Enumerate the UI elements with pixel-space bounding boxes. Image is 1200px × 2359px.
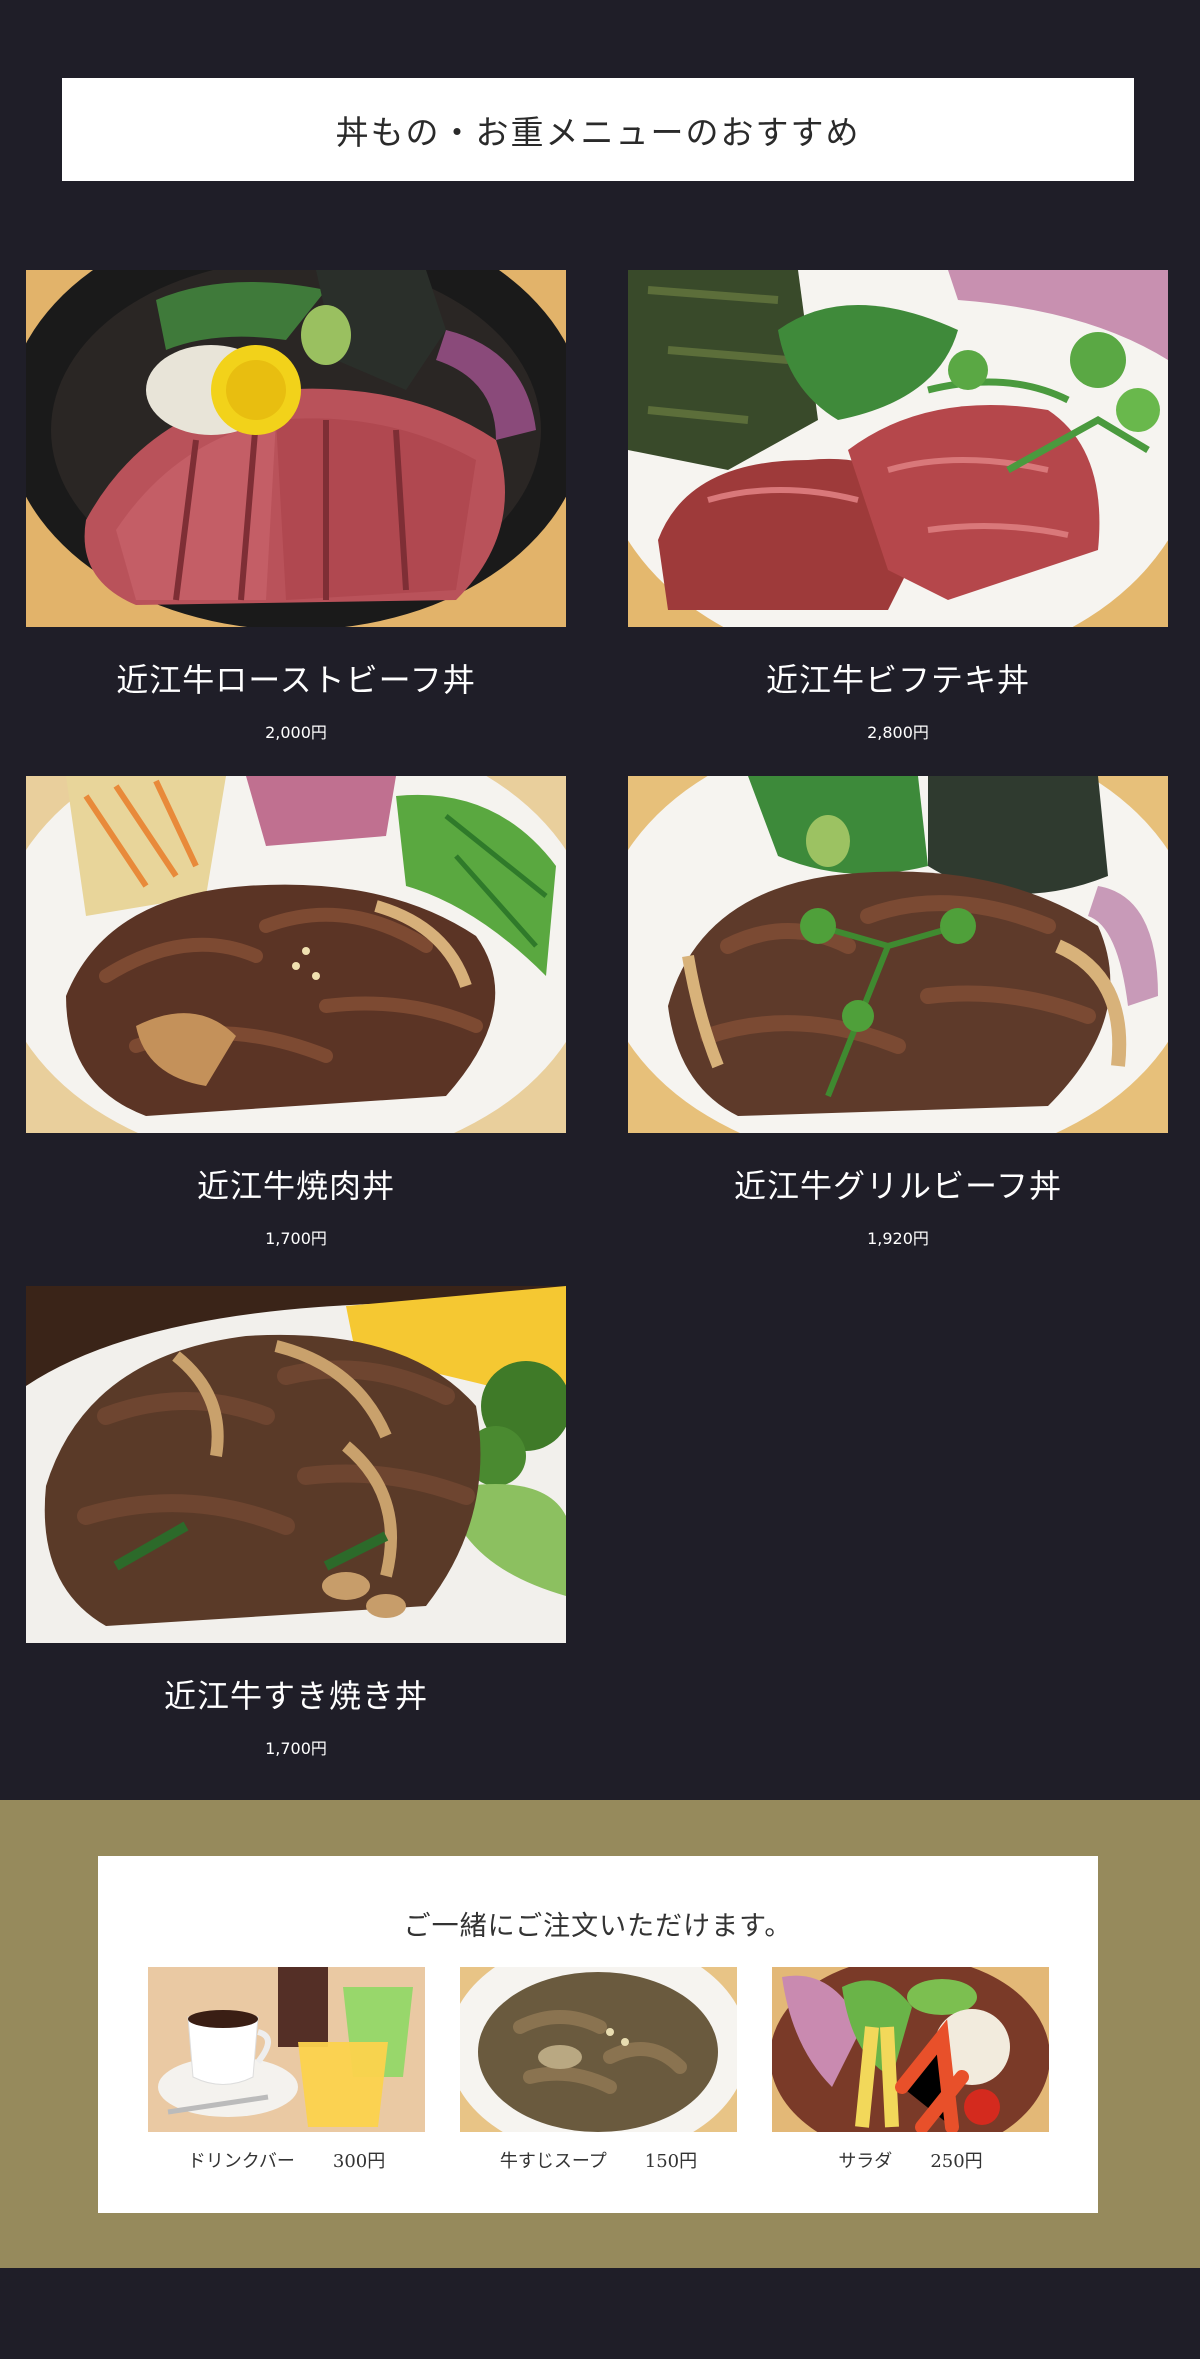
menu-item-name: 近江牛ローストビーフ丼 [116,661,476,699]
side-item-price: 150円 [644,2151,698,2172]
side-item-caption: サラダ 250円 [772,2147,1049,2173]
menu-item-name: 近江牛焼肉丼 [196,1167,395,1205]
menu-item-name: 近江牛グリルビーフ丼 [733,1167,1063,1205]
beef-steak-bowl-photo[interactable] [628,270,1168,627]
menu-item-roast-beef-bowl[interactable]: 近江牛ローストビーフ丼 2,000円 [26,270,566,743]
side-item-drink-bar[interactable]: ドリンクバー 300円 [148,1967,425,2173]
side-item-salad[interactable]: サラダ 250円 [772,1967,1049,2173]
side-item-caption: ドリンクバー 300円 [148,2147,425,2173]
section-heading-banner: 丼もの・お重メニューのおすすめ [62,78,1134,181]
grilled-beef-bowl-photo[interactable] [628,776,1168,1133]
menu-item-price: 1,920円 [867,1229,929,1248]
side-item-name: ドリンクバー [187,2151,295,2172]
menu-item-price: 2,800円 [867,723,929,742]
menu-item-sukiyaki-bowl[interactable]: 近江牛すき焼き丼 1,700円 [26,1286,566,1759]
menu-item-price: 1,700円 [265,1229,327,1248]
side-item-beef-tendon-soup[interactable]: 牛すじスープ 150円 [460,1967,737,2173]
side-item-price: 250円 [930,2151,983,2172]
roast-beef-bowl-photo[interactable] [26,270,566,627]
salad-photo[interactable] [772,1967,1049,2132]
sukiyaki-bowl-photo[interactable] [26,1286,566,1643]
side-item-name: 牛すじスープ [499,2151,607,2172]
drink-bar-photo[interactable] [148,1967,425,2132]
side-item-caption: 牛すじスープ 150円 [460,2147,737,2173]
menu-item-beef-steak-bowl[interactable]: 近江牛ビフテキ丼 2,800円 [628,270,1168,743]
menu-item-price: 2,000円 [265,723,327,742]
side-orders-section: ご一緒にご注文いただけます。 ドリンクバー 300円 牛すじスープ 150円 サ… [0,1800,1200,2268]
menu-item-grilled-beef-bowl[interactable]: 近江牛グリルビーフ丼 1,920円 [628,776,1168,1249]
side-item-name: サラダ [838,2151,893,2172]
menu-item-price: 1,700円 [265,1739,327,1758]
section-heading: 丼もの・お重メニューのおすすめ [335,112,861,152]
beef-tendon-soup-photo[interactable] [460,1967,737,2132]
yakiniku-bowl-photo[interactable] [26,776,566,1133]
side-item-price: 300円 [332,2151,386,2172]
side-orders-title: ご一緒にご注文いただけます。 [403,1911,793,1942]
side-orders-card: ご一緒にご注文いただけます。 ドリンクバー 300円 牛すじスープ 150円 サ… [98,1856,1098,2213]
side-orders-list: ドリンクバー 300円 牛すじスープ 150円 サラダ 250円 [148,1967,1049,2173]
menu-item-name: 近江牛すき焼き丼 [163,1677,428,1715]
menu-item-name: 近江牛ビフテキ丼 [765,661,1030,699]
menu-item-yakiniku-bowl[interactable]: 近江牛焼肉丼 1,700円 [26,776,566,1249]
